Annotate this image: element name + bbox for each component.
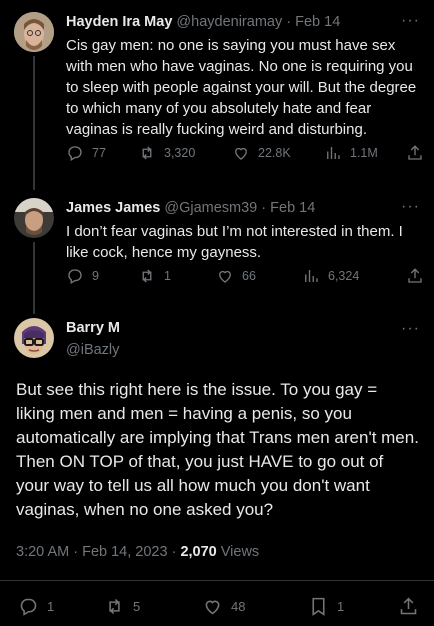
- reply-icon: [68, 269, 82, 284]
- separator: ·: [286, 14, 292, 30]
- bookmark-button[interactable]: 1: [308, 596, 344, 617]
- share-button[interactable]: [406, 267, 424, 285]
- like-count: 48: [231, 599, 246, 614]
- retweet-count: 5: [133, 599, 141, 614]
- more-icon[interactable]: ···: [401, 12, 420, 30]
- views-count: 1.1M: [350, 146, 378, 160]
- share-icon: [408, 145, 422, 160]
- tweet-header: Hayden Ira May @haydeniramay · Feb 14: [66, 14, 340, 30]
- tweet-2[interactable]: James James @Gjamesm39 · Feb 14 ··· I do…: [0, 190, 434, 314]
- reply-count: 9: [92, 269, 99, 283]
- views-count: 6,324: [328, 269, 360, 283]
- bookmark-count: 1: [337, 599, 345, 614]
- retweet-button[interactable]: 1: [138, 267, 171, 285]
- retweet-count: 3,320: [164, 146, 196, 160]
- reply-button[interactable]: 1: [18, 596, 54, 617]
- tweet-1[interactable]: Hayden Ira May @haydeniramay · Feb 14 ··…: [0, 0, 434, 190]
- tweet-text: I don’t fear vaginas but I’m not interes…: [66, 223, 403, 261]
- more-icon[interactable]: ···: [401, 320, 420, 338]
- reply-button[interactable]: 77: [66, 144, 106, 162]
- tweet-text: Cis gay men: no one is saying you must h…: [66, 37, 417, 138]
- main-tweet-text: But see this right here is the issue. To…: [16, 380, 419, 519]
- retweet-count: 1: [164, 269, 171, 283]
- tweet-meta: 3:20 AM · Feb 14, 2023 · 2,070 Views: [16, 544, 259, 560]
- timestamp[interactable]: Feb 14: [270, 200, 315, 216]
- display-name[interactable]: Barry M: [66, 320, 120, 336]
- like-icon: [219, 270, 231, 283]
- views-label: Views: [220, 544, 260, 560]
- tweet-timestamp[interactable]: 3:20 AM · Feb 14, 2023 ·: [16, 544, 176, 560]
- handle[interactable]: @haydeniramay: [176, 14, 282, 30]
- like-button[interactable]: 66: [216, 267, 256, 285]
- views-count: 2,070: [180, 544, 217, 560]
- avatar-hayden[interactable]: [14, 12, 54, 52]
- retweet-icon: [142, 146, 152, 160]
- more-icon[interactable]: ···: [401, 198, 420, 216]
- views-icon: [327, 147, 340, 159]
- tweet-header: James James @Gjamesm39 · Feb 14: [66, 200, 315, 216]
- retweet-icon: [142, 269, 152, 283]
- reply-button[interactable]: 9: [66, 267, 99, 285]
- divider: [0, 580, 434, 581]
- like-count: 22.8K: [258, 146, 291, 160]
- reply-icon: [20, 598, 37, 616]
- share-icon: [408, 268, 422, 283]
- views-button[interactable]: 1.1M: [324, 144, 378, 162]
- thread-line: [33, 56, 35, 190]
- avatar-barry[interactable]: [14, 318, 54, 358]
- retweet-button[interactable]: 5: [104, 596, 140, 617]
- share-button[interactable]: [406, 144, 424, 162]
- like-count: 66: [242, 269, 256, 283]
- retweet-icon: [109, 598, 120, 615]
- reply-icon: [68, 146, 82, 161]
- like-button[interactable]: 48: [202, 596, 245, 617]
- author-name: Barry M: [66, 320, 120, 336]
- reply-count: 77: [92, 146, 106, 160]
- like-icon: [205, 600, 220, 615]
- author-handle[interactable]: @iBazly: [66, 342, 119, 358]
- bookmark-icon: [312, 597, 325, 616]
- timestamp[interactable]: Feb 14: [295, 14, 340, 30]
- handle[interactable]: @Gjamesm39: [164, 200, 257, 216]
- retweet-button[interactable]: 3,320: [138, 144, 195, 162]
- share-icon: [400, 597, 417, 615]
- avatar-james[interactable]: [14, 198, 54, 238]
- like-icon: [235, 147, 247, 160]
- views-button[interactable]: 6,324: [302, 267, 359, 285]
- display-name[interactable]: James James: [66, 200, 160, 216]
- separator: ·: [261, 200, 267, 216]
- reply-count: 1: [47, 599, 55, 614]
- display-name[interactable]: Hayden Ira May: [66, 14, 172, 30]
- views-icon: [305, 270, 318, 282]
- like-button[interactable]: 22.8K: [232, 144, 291, 162]
- thread-line: [33, 242, 35, 314]
- share-button[interactable]: [398, 596, 419, 617]
